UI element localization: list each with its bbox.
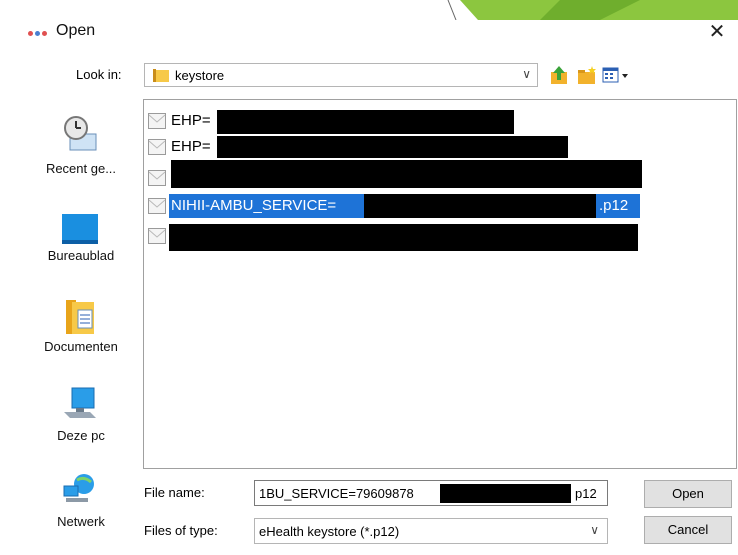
list-item[interactable]: EHP= [144,110,524,134]
file-name-suffix: p12 [575,486,597,501]
dialog-title: Open [56,22,96,39]
look-in-value: keystore [175,68,225,83]
file-type-label: Files of type: [144,523,218,538]
network-icon [63,474,94,502]
open-button[interactable]: Open [644,480,732,508]
redaction-bar [440,484,571,503]
place-computer[interactable]: Deze pc [28,386,134,466]
file-icon [148,139,166,155]
redaction-bar [217,136,568,158]
places-bar: Recent ge... Bureaublad Documenten Deze … [28,100,134,546]
file-icon [148,198,166,214]
redaction-bar [217,110,514,134]
folder-icon [153,69,169,82]
place-documents[interactable]: Documenten [28,296,134,376]
file-name-label: File name: [144,485,205,500]
computer-icon [64,387,96,418]
place-desktop[interactable]: Bureaublad [28,210,134,290]
file-list[interactable]: EHP= EHP= NIHII-AMBU_SERVICE= .p12 [143,99,737,469]
file-name-field[interactable]: 1BU_SERVICE=79609878 p12 [254,480,608,506]
place-label: Documenten [44,339,118,354]
place-label: Recent ge... [45,161,117,176]
place-label: Deze pc [57,428,105,443]
file-name-value: 1BU_SERVICE=79609878 [259,486,414,501]
list-item-selected[interactable]: NIHII-AMBU_SERVICE= .p12 [144,194,640,218]
file-icon [148,228,166,244]
redaction-bar [171,160,642,188]
documents-icon [66,300,94,334]
java-app-icon [28,30,48,38]
place-recent[interactable]: Recent ge... [28,114,134,194]
new-folder-icon[interactable] [576,64,598,86]
title-bar: Open ✕ [0,14,738,54]
close-button[interactable]: ✕ [702,18,732,46]
place-label: Netwerk [57,514,105,529]
cancel-button[interactable]: Cancel [644,516,732,544]
chevron-down-icon: ∨ [522,67,531,81]
place-network[interactable]: Netwerk [28,470,134,550]
file-name: EHP= [171,138,211,155]
recent-clock-icon [64,116,97,151]
list-item[interactable]: EHP= [144,136,574,158]
list-item[interactable] [144,224,644,251]
file-extension: .p12 [599,197,629,214]
list-item[interactable] [144,160,644,188]
file-type-value: eHealth keystore (*.p12) [259,524,400,539]
view-menu-icon[interactable] [602,64,632,86]
file-icon [148,113,166,129]
file-type-combo[interactable]: eHealth keystore (*.p12) ∨ [254,518,608,544]
chevron-down-icon: ∨ [590,523,599,537]
desktop-icon [62,214,98,244]
file-icon [148,170,166,186]
redaction-bar [169,224,638,251]
look-in-label: Look in: [76,67,122,82]
redaction-bar [364,194,596,218]
look-in-combo[interactable]: keystore ∨ [144,63,538,87]
place-label: Bureaublad [47,248,115,263]
file-name: NIHII-AMBU_SERVICE= [171,197,337,214]
up-folder-icon[interactable] [548,64,570,86]
file-name: EHP= [171,112,211,129]
